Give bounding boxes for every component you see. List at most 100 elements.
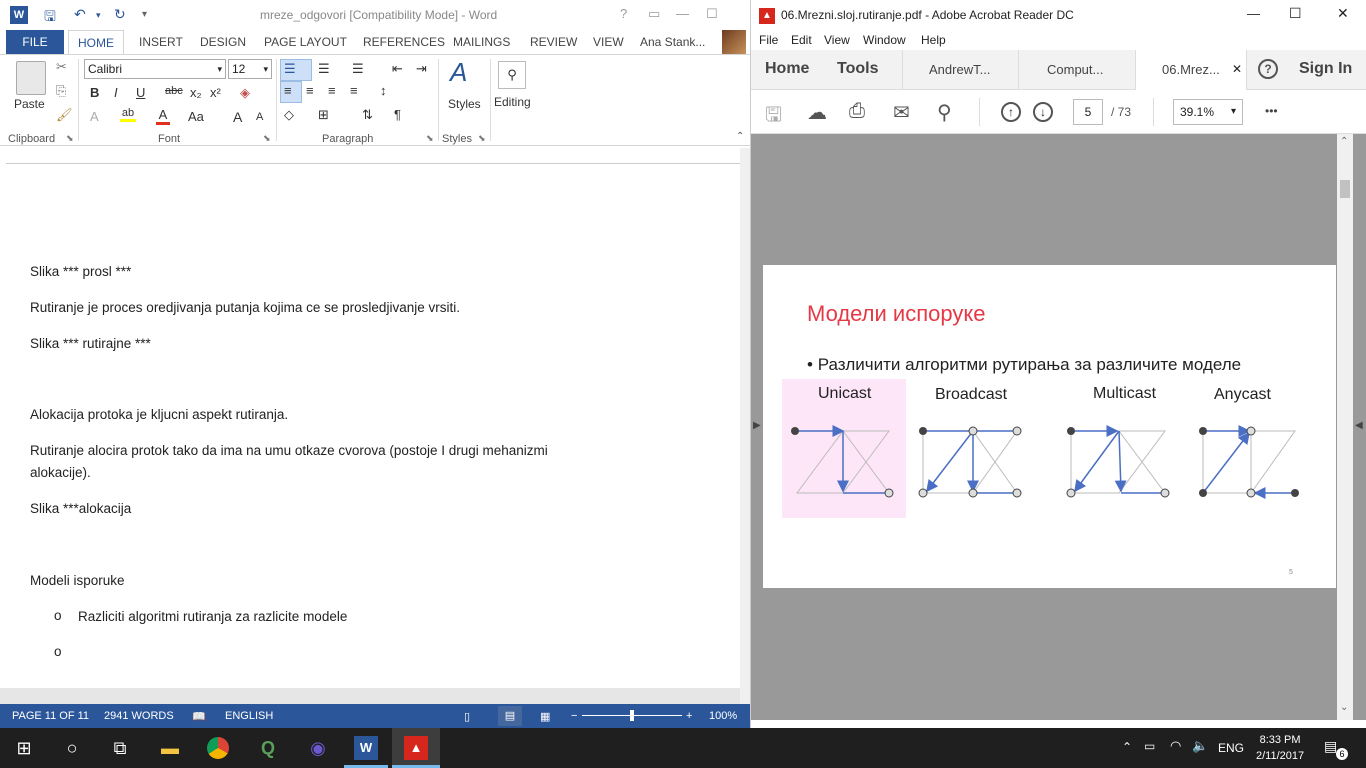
show-hidden-icons-icon[interactable]: ⌃ <box>1122 740 1132 754</box>
language-indicator[interactable]: ENGLISH <box>225 710 273 722</box>
battery-icon[interactable]: ▭ <box>1144 739 1155 753</box>
file-explorer-icon[interactable]: ▬ <box>158 736 182 760</box>
page-count[interactable]: PAGE 11 OF 11 <box>12 710 89 722</box>
borders-icon[interactable]: ⊞ <box>318 107 329 123</box>
clock[interactable]: 8:33 PM 2/11/2017 <box>1256 732 1304 764</box>
doc-tab[interactable]: AndrewT... <box>929 62 990 77</box>
user-account[interactable]: Ana Stank... <box>640 35 705 49</box>
pdf-viewport[interactable]: ▶ Модели испоруке • Различити алгоритми … <box>751 134 1366 720</box>
print-icon[interactable]: ⎙ <box>849 100 865 123</box>
tab-references[interactable]: REFERENCES <box>363 35 445 49</box>
tab-design[interactable]: DESIGN <box>200 35 246 49</box>
menu-view[interactable]: View <box>824 33 850 47</box>
qlik-icon[interactable]: Q <box>256 736 280 760</box>
paste-button[interactable]: Paste <box>14 97 45 111</box>
font-name-box[interactable]: Calibri ▾ <box>84 59 226 79</box>
strikethrough-button[interactable]: abc <box>165 85 183 97</box>
customize-qat-icon[interactable]: ▾ <box>142 9 147 20</box>
clear-formatting-icon[interactable]: ◈ <box>240 85 250 101</box>
collapse-ribbon-icon[interactable]: ⌃ <box>736 131 744 142</box>
word-vertical-scrollbar[interactable] <box>740 148 750 704</box>
pdf-vertical-scrollbar[interactable]: ⌃ ⌄ <box>1337 134 1353 720</box>
minimize-icon[interactable]: — <box>676 6 689 21</box>
previous-page-icon[interactable]: ↑ <box>1001 102 1021 122</box>
left-panel-toggle-icon[interactable]: ▶ <box>753 420 761 431</box>
help-icon[interactable]: ? <box>620 6 627 21</box>
menu-window[interactable]: Window <box>863 33 906 47</box>
language-indicator[interactable]: ENG <box>1218 741 1244 755</box>
close-tab-icon[interactable]: ✕ <box>1232 62 1242 76</box>
page-number-input[interactable]: 5 <box>1073 99 1103 125</box>
underline-button[interactable]: U <box>136 85 145 100</box>
styles-icon[interactable]: A <box>450 57 467 88</box>
menu-edit[interactable]: Edit <box>791 33 812 47</box>
document-page[interactable]: Slika *** prosl *** Rutiranje je proces … <box>6 164 740 688</box>
superscript-button[interactable]: x² <box>210 85 221 100</box>
wifi-icon[interactable]: ◠ <box>1170 738 1181 754</box>
cortana-icon[interactable]: ○ <box>60 736 84 760</box>
doc-tab[interactable]: Comput... <box>1047 62 1103 77</box>
text-effects-icon[interactable]: A <box>90 109 99 124</box>
word-count[interactable]: 2941 WORDS <box>104 710 174 722</box>
close-icon[interactable]: ✕ <box>1337 5 1349 22</box>
font-launcher-icon[interactable]: ⬊ <box>263 133 271 144</box>
zoom-out-button[interactable]: − <box>571 710 577 722</box>
acrobat-taskbar-icon[interactable]: ▲ <box>404 736 428 760</box>
font-color-icon[interactable]: A <box>156 107 170 125</box>
redo-icon[interactable]: ↻ <box>114 6 126 23</box>
styles-button[interactable]: Styles <box>448 97 481 111</box>
home-tab[interactable]: Home <box>765 60 809 78</box>
zoom-in-button[interactable]: + <box>686 710 692 722</box>
undo-dropdown-icon[interactable]: ▾ <box>96 10 101 21</box>
volume-icon[interactable]: 🔈 <box>1192 738 1208 754</box>
print-layout-icon[interactable]: ▤ <box>498 706 522 726</box>
menu-help[interactable]: Help <box>921 33 946 47</box>
sort-icon[interactable]: ⇅ <box>362 107 373 123</box>
save-icon[interactable]: 🖫 <box>765 100 782 134</box>
task-view-icon[interactable]: ⧉ <box>108 736 132 760</box>
cut-icon[interactable]: ✂ <box>56 59 67 75</box>
styles-launcher-icon[interactable]: ⬊ <box>478 133 486 144</box>
scroll-up-icon[interactable]: ⌃ <box>1340 136 1348 147</box>
proofing-icon[interactable]: 📖 <box>192 710 206 723</box>
tab-review[interactable]: REVIEW <box>530 35 577 49</box>
tab-file[interactable]: FILE <box>6 30 64 54</box>
search-icon[interactable]: ⚲ <box>937 100 952 125</box>
increase-indent-icon[interactable]: ⇥ <box>416 61 427 77</box>
multilevel-list-icon[interactable]: ☰ <box>352 61 364 77</box>
email-icon[interactable]: ✉ <box>893 100 910 125</box>
editing-button[interactable]: Editing <box>494 95 531 109</box>
align-center-icon[interactable]: ≡ <box>306 83 314 98</box>
tab-page-layout[interactable]: PAGE LAYOUT <box>264 35 347 49</box>
shading-icon[interactable]: ◇ <box>284 107 294 123</box>
decrease-indent-icon[interactable]: ⇤ <box>392 61 403 77</box>
save-icon[interactable]: 🖫 <box>44 6 56 30</box>
tab-home[interactable]: HOME <box>68 30 124 55</box>
paste-icon[interactable] <box>16 61 46 95</box>
zoom-slider-thumb[interactable] <box>630 710 634 721</box>
change-case-button[interactable]: Aa <box>188 109 204 124</box>
right-panel-toggle-icon[interactable]: ◀ <box>1355 420 1363 431</box>
align-right-icon[interactable]: ≡ <box>328 83 336 98</box>
grow-font-button[interactable]: A <box>233 109 242 125</box>
undo-icon[interactable]: ↶ <box>74 6 86 23</box>
tools-tab[interactable]: Tools <box>837 60 878 78</box>
justify-icon[interactable]: ≡ <box>350 83 358 98</box>
chrome-icon[interactable] <box>207 737 229 759</box>
menu-file[interactable]: File <box>759 33 778 47</box>
tab-mailings[interactable]: MAILINGS <box>453 35 510 49</box>
help-icon[interactable]: ? <box>1258 59 1278 79</box>
read-mode-icon[interactable]: ▯ <box>464 710 470 723</box>
zoom-level[interactable]: 100% <box>709 710 737 722</box>
format-painter-icon[interactable]: 🖌 <box>56 107 73 123</box>
font-size-box[interactable]: 12 ▾ <box>228 59 272 79</box>
italic-button[interactable]: I <box>114 85 118 100</box>
start-windows-icon[interactable]: ⊞ <box>12 736 36 760</box>
scroll-thumb[interactable] <box>1340 180 1350 198</box>
shrink-font-button[interactable]: A <box>256 111 263 123</box>
numbering-icon[interactable]: ☰ <box>318 61 330 77</box>
highlight-icon[interactable]: ab <box>120 107 136 122</box>
binoculars-icon[interactable]: ⚲ <box>498 61 526 89</box>
word-taskbar-icon[interactable]: W <box>354 736 378 760</box>
clipboard-launcher-icon[interactable]: ⬊ <box>66 133 74 144</box>
